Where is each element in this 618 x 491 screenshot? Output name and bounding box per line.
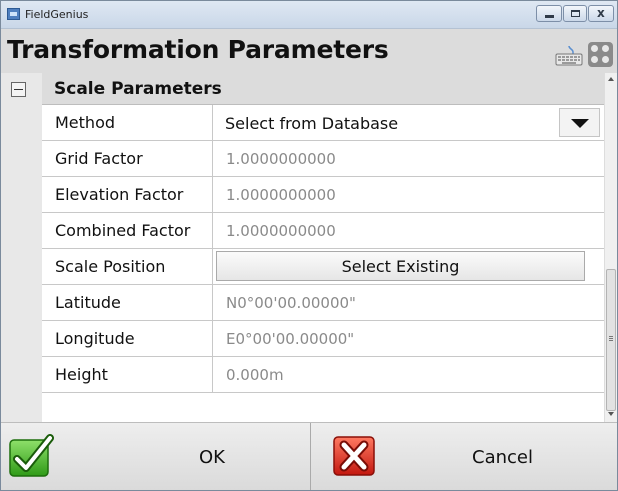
label-cell: Elevation Factor — [42, 177, 213, 212]
footer-bar: OK Cancel — [1, 422, 617, 490]
title-bar: FieldGenius — [1, 1, 617, 29]
label-cell: Scale Position — [42, 249, 213, 284]
row-height: Height 0.000m — [42, 357, 604, 393]
ok-button[interactable]: OK — [1, 423, 311, 490]
longitude-label: Longitude — [55, 329, 135, 348]
latitude-label: Latitude — [55, 293, 121, 312]
combined-factor-field[interactable]: 1.0000000000 — [226, 222, 336, 240]
row-method: Method Select from Database — [42, 105, 604, 141]
grid-factor-field[interactable]: 1.0000000000 — [226, 150, 336, 168]
ok-label: OK — [199, 447, 225, 468]
page-header: Transformation Parameters — [1, 29, 617, 73]
latitude-field[interactable]: N0°00'00.00000" — [226, 294, 356, 312]
row-elevation-factor: Elevation Factor 1.0000000000 — [42, 177, 604, 213]
label-cell: Method — [42, 105, 213, 140]
method-label: Method — [55, 113, 116, 132]
checkmark-icon — [9, 434, 54, 477]
collapse-icon[interactable] — [11, 82, 26, 97]
app-window: FieldGenius Transformation Parameters — [0, 0, 618, 491]
close-button[interactable] — [588, 5, 614, 22]
method-dropdown[interactable]: Select from Database — [214, 107, 602, 138]
select-existing-label: Select Existing — [341, 257, 460, 276]
cancel-button[interactable]: Cancel — [311, 423, 617, 490]
scroll-up-icon[interactable] — [608, 77, 614, 81]
scale-position-label: Scale Position — [55, 257, 166, 276]
scroll-grip-icon — [609, 336, 613, 337]
section-header[interactable]: Scale Parameters — [42, 73, 604, 105]
label-cell: Longitude — [42, 321, 213, 356]
minimize-button[interactable] — [536, 5, 562, 22]
page-title: Transformation Parameters — [7, 35, 389, 64]
label-cell: Combined Factor — [42, 213, 213, 248]
dropdown-arrow-icon[interactable] — [559, 108, 600, 137]
height-label: Height — [55, 365, 108, 384]
row-scale-position: Scale Position Select Existing — [42, 249, 604, 285]
keyboard-icon[interactable] — [555, 44, 583, 66]
app-icon — [7, 8, 20, 20]
row-latitude: Latitude N0°00'00.00000" — [42, 285, 604, 321]
elevation-factor-field[interactable]: 1.0000000000 — [226, 186, 336, 204]
label-cell: Latitude — [42, 285, 213, 320]
scroll-down-icon[interactable] — [608, 412, 614, 416]
scroll-thumb[interactable] — [606, 269, 616, 411]
parameters-panel: Scale Parameters Method Select from Data… — [1, 73, 617, 422]
height-field[interactable]: 0.000m — [226, 366, 284, 384]
combined-factor-label: Combined Factor — [55, 221, 191, 240]
window-title: FieldGenius — [25, 8, 89, 21]
label-cell: Grid Factor — [42, 141, 213, 176]
tree-gutter — [1, 73, 42, 422]
row-longitude: Longitude E0°00'00.00000" — [42, 321, 604, 357]
longitude-field[interactable]: E0°00'00.00000" — [226, 330, 354, 348]
label-cell: Height — [42, 357, 213, 392]
grid-menu-icon[interactable] — [588, 42, 613, 67]
select-existing-button[interactable]: Select Existing — [216, 251, 585, 281]
row-grid-factor: Grid Factor 1.0000000000 — [42, 141, 604, 177]
grid-factor-label: Grid Factor — [55, 149, 143, 168]
elevation-factor-label: Elevation Factor — [55, 185, 184, 204]
vertical-scrollbar[interactable] — [604, 73, 617, 422]
maximize-button[interactable] — [563, 5, 587, 22]
red-x-icon — [333, 436, 375, 476]
row-combined-factor: Combined Factor 1.0000000000 — [42, 213, 604, 249]
cancel-label: Cancel — [472, 447, 533, 468]
method-value: Select from Database — [225, 114, 399, 133]
section-title: Scale Parameters — [54, 79, 222, 99]
